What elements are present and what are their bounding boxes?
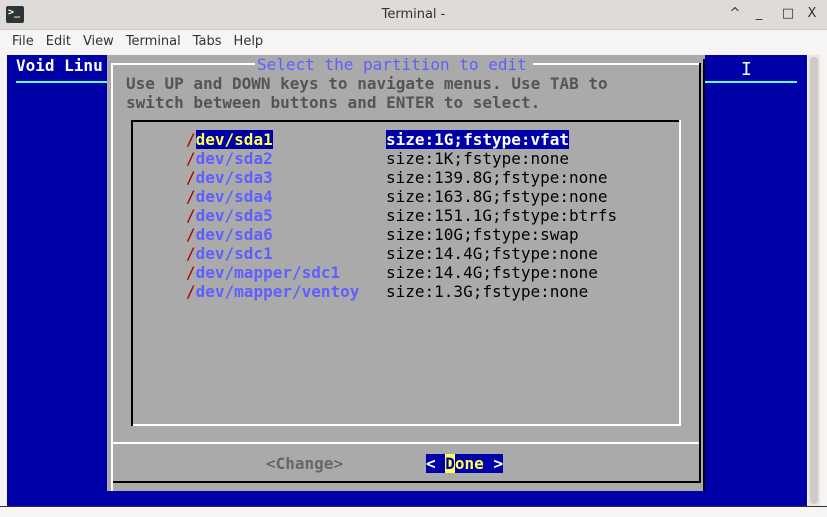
partition-info[interactable]: size:151.1G;fstype:btrfs xyxy=(386,206,617,225)
instructions-line-1: Use UP and DOWN keys to navigate menus. … xyxy=(126,74,608,93)
hotkey: D xyxy=(445,454,455,473)
slash: / xyxy=(186,187,196,206)
done-button[interactable]: < Done > xyxy=(426,454,503,473)
partition-info[interactable]: size:1G;fstype:vfat xyxy=(386,130,569,149)
partition-item[interactable]: /dev/sda6 xyxy=(186,225,273,244)
partition-item[interactable]: /dev/sda2 xyxy=(186,149,273,168)
partition-item[interactable]: /dev/mapper/sdc1 xyxy=(186,263,340,282)
partition-info[interactable]: size:14.4G;fstype:none xyxy=(386,244,598,263)
list-border-top xyxy=(131,120,681,122)
dialog-border-left xyxy=(111,63,113,491)
dialog-shadow xyxy=(703,59,705,491)
partition-dialog: Select the partition to edit Use UP and … xyxy=(107,55,705,491)
slash: / xyxy=(186,149,196,168)
partition-device: dev/mapper/sdc1 xyxy=(196,263,341,282)
text-cursor-icon: I xyxy=(741,59,752,80)
window-titlebar: >_ Terminal - ^ _ □ X xyxy=(0,0,827,30)
partition-info[interactable]: size:1.3G;fstype:none xyxy=(386,282,588,301)
bracket: > xyxy=(484,454,503,473)
partition-device: dev/sdc1 xyxy=(196,244,273,263)
partition-item[interactable]: /dev/mapper/ventoy xyxy=(186,282,359,301)
slash: / xyxy=(186,130,196,149)
partition-info[interactable]: size:139.8G;fstype:none xyxy=(386,168,608,187)
menu-file[interactable]: File xyxy=(6,30,40,54)
close-button[interactable]: X xyxy=(804,6,820,21)
partition-device: dev/mapper/ventoy xyxy=(196,282,360,301)
dialog-border-right xyxy=(699,63,701,483)
partition-info[interactable]: size:1K;fstype:none xyxy=(386,149,569,168)
partition-item[interactable]: /dev/sda5 xyxy=(186,206,273,225)
slash: / xyxy=(186,282,196,301)
menu-help[interactable]: Help xyxy=(228,30,270,54)
done-label: one xyxy=(455,454,484,473)
backtitle: Void Linu xyxy=(16,56,103,75)
minimize-button[interactable]: _ xyxy=(751,6,767,21)
menu-bar: File Edit View Terminal Tabs Help xyxy=(0,30,827,54)
scrollbar-thumb[interactable] xyxy=(810,57,818,504)
menu-tabs[interactable]: Tabs xyxy=(187,30,228,54)
partition-info[interactable]: size:163.8G;fstype:none xyxy=(386,187,608,206)
partition-device: dev/sda1 xyxy=(196,130,273,149)
dialog-border-top xyxy=(533,63,701,65)
change-button[interactable]: <Change> xyxy=(266,454,343,473)
partition-device: dev/sda3 xyxy=(196,168,273,187)
bracket: > xyxy=(333,454,343,473)
partition-item[interactable]: /dev/sda4 xyxy=(186,187,273,206)
list-border-bottom xyxy=(133,424,681,426)
menu-edit[interactable]: Edit xyxy=(40,30,77,54)
change-label: Change xyxy=(276,454,334,473)
button-separator xyxy=(113,442,699,444)
dialog-border-top xyxy=(111,63,255,65)
window-title: Terminal - xyxy=(0,7,827,22)
partition-device: dev/sda6 xyxy=(196,225,273,244)
instructions-line-2: switch between buttons and ENTER to sele… xyxy=(126,93,540,112)
slash: / xyxy=(186,263,196,282)
backtitle-underline-right xyxy=(705,81,797,83)
partition-device: dev/sda4 xyxy=(196,187,273,206)
partition-item[interactable]: /dev/sda1 xyxy=(186,130,273,149)
partition-info[interactable]: size:10G;fstype:swap xyxy=(386,225,579,244)
scrollbar[interactable] xyxy=(808,55,820,506)
dialog-title: Select the partition to edit xyxy=(257,55,527,74)
menu-view[interactable]: View xyxy=(77,30,120,54)
slash: / xyxy=(186,225,196,244)
window-shade-button[interactable]: ^ xyxy=(727,6,743,21)
partition-item[interactable]: /dev/sda3 xyxy=(186,168,273,187)
backtitle-underline xyxy=(16,81,111,83)
list-border-right xyxy=(679,120,681,426)
terminal-area[interactable]: Void Linu I Select the partition to edit… xyxy=(7,55,807,506)
bracket: < xyxy=(426,454,445,473)
partition-device: dev/sda5 xyxy=(196,206,273,225)
partition-item[interactable]: /dev/sdc1 xyxy=(186,244,273,263)
slash: / xyxy=(186,168,196,187)
maximize-button[interactable]: □ xyxy=(780,6,796,21)
window-bottom xyxy=(0,506,827,517)
partition-info[interactable]: size:14.4G;fstype:none xyxy=(386,263,598,282)
partition-device: dev/sda2 xyxy=(196,149,273,168)
slash: / xyxy=(186,244,196,263)
bracket: < xyxy=(266,454,276,473)
slash: / xyxy=(186,206,196,225)
dialog-border-bottom xyxy=(113,481,701,483)
list-border-left xyxy=(131,120,133,426)
menu-terminal[interactable]: Terminal xyxy=(120,30,187,54)
